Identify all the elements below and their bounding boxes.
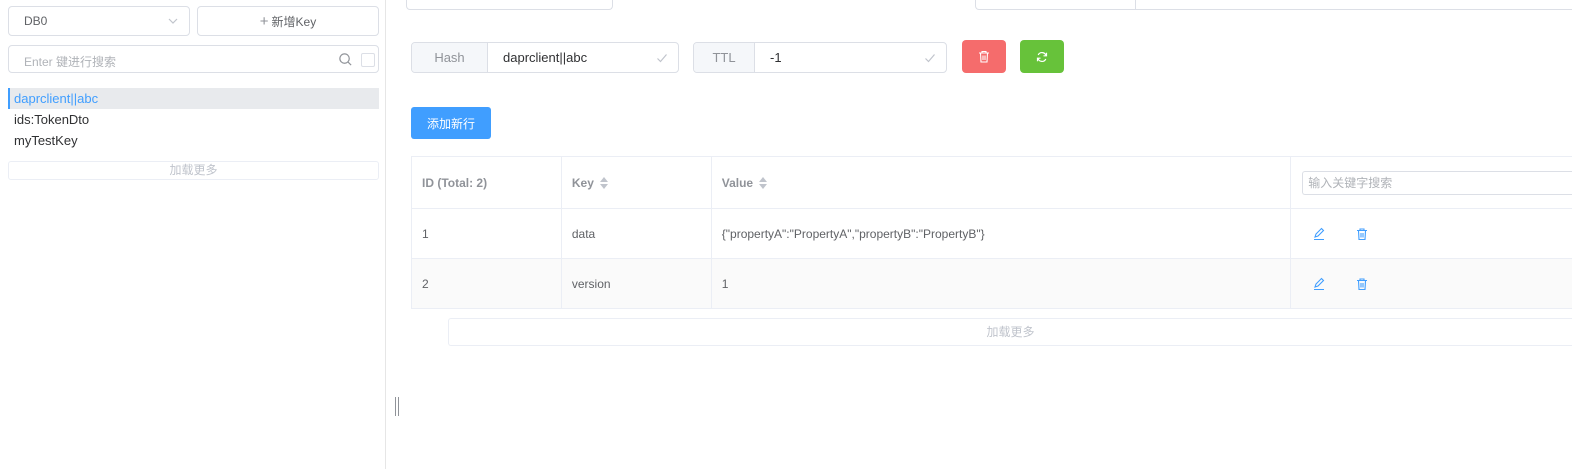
check-icon[interactable] [924,52,936,64]
column-header-key-label: Key [571,175,594,190]
trash-icon[interactable] [1355,277,1369,291]
refresh-key-button[interactable] [1020,40,1064,73]
key-name-value: daprclient||abc [503,50,588,65]
cell-actions [1291,209,1572,258]
cell-actions [1291,259,1572,308]
table-load-more-button[interactable]: 加载更多 [448,318,1572,346]
key-list-item[interactable]: daprclient||abc [8,88,379,109]
exact-search-checkbox[interactable] [361,53,375,67]
key-list-item[interactable]: ids:TokenDto [8,109,379,130]
table-row: 2 version 1 [412,259,1572,309]
cell-value: 1 [712,259,1292,308]
table-row: 1 data {"propertyA":"PropertyA","propert… [412,209,1572,259]
table-search-input[interactable]: 输入关键字搜索 [1302,171,1572,195]
ttl-field: TTL -1 [693,42,947,73]
top-tab-fragment [406,0,613,10]
panel-resize-handle[interactable] [395,397,399,416]
cell-key: version [562,259,712,308]
key-name-field: Hash daprclient||abc [411,42,679,73]
redis-manager-app: DB0 + 新增Key Enter 键进行搜索 daprclient||abc … [0,0,1572,469]
sort-icon[interactable] [599,176,609,189]
ttl-value: -1 [770,50,782,65]
new-key-label: 新增Key [271,14,317,29]
db-select[interactable]: DB0 [8,6,190,36]
ttl-input[interactable]: -1 [755,43,946,72]
sidebar: DB0 + 新增Key Enter 键进行搜索 daprclient||abc … [0,0,386,469]
key-type-label: Hash [412,43,488,72]
top-tab-fragment [1136,0,1572,10]
key-detail-panel: Hash daprclient||abc TTL -1 添加新行 ID (Tot… [386,0,1572,469]
chevron-down-icon [168,18,178,24]
plus-icon: + [259,12,269,30]
key-list: daprclient||abc ids:TokenDto myTestKey [8,88,379,151]
column-header-actions: 输入关键字搜索 [1291,157,1572,208]
column-header-value[interactable]: Value [712,157,1292,208]
hash-table: ID (Total: 2) Key Value 输入关键字搜索 1 data {… [411,156,1572,309]
column-header-id: ID (Total: 2) [412,157,562,208]
new-key-button[interactable]: + 新增Key [197,6,379,36]
cell-value: {"propertyA":"PropertyA","propertyB":"Pr… [712,209,1292,258]
ttl-label: TTL [694,43,755,72]
column-header-value-label: Value [721,175,754,190]
top-tab-fragment [975,0,1136,10]
table-header-row: ID (Total: 2) Key Value 输入关键字搜索 [412,157,1572,209]
refresh-icon [1036,51,1048,62]
key-list-item[interactable]: myTestKey [8,130,379,151]
cell-key: data [562,209,712,258]
key-search-placeholder: Enter 键进行搜索 [24,55,117,69]
key-name-input[interactable]: daprclient||abc [488,43,678,72]
cell-id: 2 [412,259,562,308]
edit-icon[interactable] [1312,227,1326,241]
key-search-input[interactable]: Enter 键进行搜索 [8,45,379,73]
column-header-key[interactable]: Key [562,157,712,208]
column-header-id-label: ID (Total: 2) [422,175,488,190]
db-select-value: DB0 [24,14,48,28]
trash-icon[interactable] [1355,227,1369,241]
add-row-button[interactable]: 添加新行 [411,107,491,139]
cell-id: 1 [412,209,562,258]
check-icon[interactable] [656,52,668,64]
delete-key-button[interactable] [962,40,1006,73]
edit-icon[interactable] [1312,277,1326,291]
sidebar-load-more-button[interactable]: 加载更多 [8,161,379,180]
sort-icon[interactable] [759,176,768,189]
trash-icon [979,50,989,63]
search-icon[interactable] [338,52,353,67]
